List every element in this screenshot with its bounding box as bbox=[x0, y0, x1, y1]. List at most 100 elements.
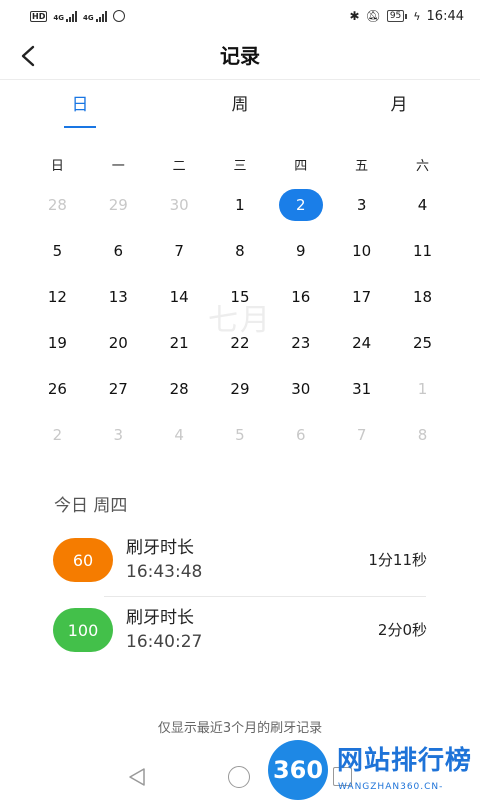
calendar-day[interactable]: 5 bbox=[210, 412, 271, 458]
status-right: ✱ 🔕︎ 95 ϟ 16:44 bbox=[350, 9, 464, 24]
calendar-day[interactable]: 25 bbox=[392, 320, 453, 366]
calendar-day-number: 28 bbox=[47, 196, 67, 214]
calendar-day[interactable]: 6 bbox=[88, 228, 149, 274]
status-left: HD 4G 4G bbox=[30, 10, 125, 22]
calendar-day-number: 1 bbox=[417, 380, 428, 398]
weekday-label: 一 bbox=[111, 159, 125, 174]
calendar-day-number: 6 bbox=[296, 426, 306, 444]
calendar-day[interactable]: 13 bbox=[88, 274, 149, 320]
calendar-day-number: 30 bbox=[291, 380, 311, 398]
calendar-day[interactable]: 29 bbox=[210, 366, 271, 412]
calendar-day[interactable]: 30 bbox=[270, 366, 331, 412]
calendar-day-number: 9 bbox=[296, 242, 306, 260]
calendar-day-number: 4 bbox=[417, 196, 428, 214]
calendar-day-number: 7 bbox=[174, 242, 184, 260]
calendar-day[interactable]: 28 bbox=[27, 182, 88, 228]
calendar-day[interactable]: 6 bbox=[270, 412, 331, 458]
calendar-day-number: 29 bbox=[230, 380, 250, 398]
calendar-week-row: 12 13 14 15 16 17 18 bbox=[27, 274, 453, 320]
calendar-day[interactable]: 14 bbox=[149, 274, 210, 320]
calendar-day-selected[interactable]: 2 bbox=[270, 182, 331, 228]
calendar-day[interactable]: 1 bbox=[210, 182, 271, 228]
logo-subtext: WANGZHAN360.CN- bbox=[338, 782, 444, 792]
calendar-day[interactable]: 28 bbox=[149, 366, 210, 412]
calendar-day-number: 16 bbox=[291, 288, 311, 306]
calendar-day[interactable]: 8 bbox=[392, 412, 453, 458]
calendar-day-number: 26 bbox=[47, 380, 67, 398]
calendar-day[interactable]: 4 bbox=[392, 182, 453, 228]
calendar-day-number: 11 bbox=[412, 242, 433, 260]
charging-icon: ϟ bbox=[413, 9, 421, 23]
calendar-day[interactable]: 31 bbox=[331, 366, 392, 412]
tab-month[interactable]: 月 bbox=[369, 90, 429, 120]
calendar-day[interactable]: 11 bbox=[392, 228, 453, 274]
status-time: 16:44 bbox=[426, 8, 464, 24]
calendar-day-number: 3 bbox=[113, 426, 124, 444]
calendar-day-number: 31 bbox=[352, 380, 372, 398]
history-note: 仅显示最近3个月的刷牙记录 bbox=[157, 721, 323, 736]
calendar-day-number: 14 bbox=[169, 288, 189, 306]
calendar-day-number: 4 bbox=[174, 426, 184, 444]
bluetooth-icon: ✱ bbox=[349, 9, 360, 23]
calendar-day-number: 21 bbox=[169, 334, 189, 352]
record-item[interactable]: 60 刷牙时长 16:43:48 1分11秒 bbox=[53, 532, 427, 594]
calendar-day[interactable]: 22 bbox=[210, 320, 271, 366]
weekday-label: 三 bbox=[233, 159, 247, 174]
calendar-day[interactable]: 20 bbox=[88, 320, 149, 366]
calendar-day[interactable]: 9 bbox=[270, 228, 331, 274]
calendar-day[interactable]: 21 bbox=[149, 320, 210, 366]
calendar-day[interactable]: 27 bbox=[88, 366, 149, 412]
calendar-day[interactable]: 5 bbox=[27, 228, 88, 274]
period-tabs: 日 周 月 bbox=[0, 90, 480, 130]
calendar-day[interactable]: 1 bbox=[392, 366, 453, 412]
calendar-day[interactable]: 4 bbox=[149, 412, 210, 458]
calendar-day[interactable]: 24 bbox=[331, 320, 392, 366]
calendar-day[interactable]: 3 bbox=[88, 412, 149, 458]
calendar-day-number: 24 bbox=[352, 334, 372, 352]
status-bar: HD 4G 4G ✱ 🔕︎ 95 ϟ 16:44 bbox=[0, 0, 480, 32]
calendar-day-number: 19 bbox=[47, 334, 67, 352]
calendar-week-row: 26 27 28 29 30 31 1 bbox=[27, 366, 453, 412]
calendar-day-number: 8 bbox=[235, 242, 245, 260]
calendar-day[interactable]: 17 bbox=[331, 274, 392, 320]
nav-home-icon[interactable] bbox=[228, 766, 250, 788]
calendar-day[interactable]: 7 bbox=[331, 412, 392, 458]
hd-badge: HD bbox=[30, 10, 48, 22]
calendar-day[interactable]: 7 bbox=[149, 228, 210, 274]
calendar-week-row: 2 3 4 5 6 7 8 bbox=[27, 412, 453, 458]
calendar-day[interactable]: 16 bbox=[270, 274, 331, 320]
calendar-day[interactable]: 23 bbox=[270, 320, 331, 366]
calendar-day[interactable]: 8 bbox=[210, 228, 271, 274]
calendar-day-number: 22 bbox=[230, 334, 250, 352]
list-divider bbox=[104, 596, 426, 597]
calendar-day[interactable]: 29 bbox=[88, 182, 149, 228]
calendar-day-number: 30 bbox=[169, 196, 189, 214]
tab-week[interactable]: 周 bbox=[210, 90, 270, 120]
record-item[interactable]: 100 刷牙时长 16:40:27 2分0秒 bbox=[53, 602, 427, 664]
tab-day[interactable]: 日 bbox=[50, 90, 110, 120]
record-time: 16:40:27 bbox=[126, 632, 203, 652]
calendar-day[interactable]: 18 bbox=[392, 274, 453, 320]
calendar-day[interactable]: 30 bbox=[149, 182, 210, 228]
calendar-day-number: 18 bbox=[412, 288, 433, 306]
weekday-header: 日 一 二 三 四 五 六 bbox=[27, 156, 453, 178]
calendar-day[interactable]: 10 bbox=[331, 228, 392, 274]
calendar-day[interactable]: 2 bbox=[27, 412, 88, 458]
calendar-day-number: 25 bbox=[412, 334, 433, 352]
calendar-day-number: 27 bbox=[108, 380, 128, 398]
calendar-day-number: 5 bbox=[235, 426, 245, 444]
calendar-day-number: 15 bbox=[230, 288, 250, 306]
calendar-day[interactable]: 15 bbox=[210, 274, 271, 320]
battery-icon: 95 bbox=[386, 10, 408, 22]
calendar-day-number: 1 bbox=[235, 196, 245, 214]
calendar-day-number: 6 bbox=[113, 242, 124, 260]
record-label: 刷牙时长 bbox=[126, 538, 194, 558]
calendar-day[interactable]: 26 bbox=[27, 366, 88, 412]
calendar-day[interactable]: 3 bbox=[331, 182, 392, 228]
logo-name: 网站排行榜 bbox=[337, 746, 473, 776]
calendar-day[interactable]: 19 bbox=[27, 320, 88, 366]
calendar-day-number: 13 bbox=[108, 288, 128, 306]
calendar-day-number: 20 bbox=[108, 334, 128, 352]
calendar-day[interactable]: 12 bbox=[27, 274, 88, 320]
nav-back-icon[interactable] bbox=[126, 766, 148, 788]
